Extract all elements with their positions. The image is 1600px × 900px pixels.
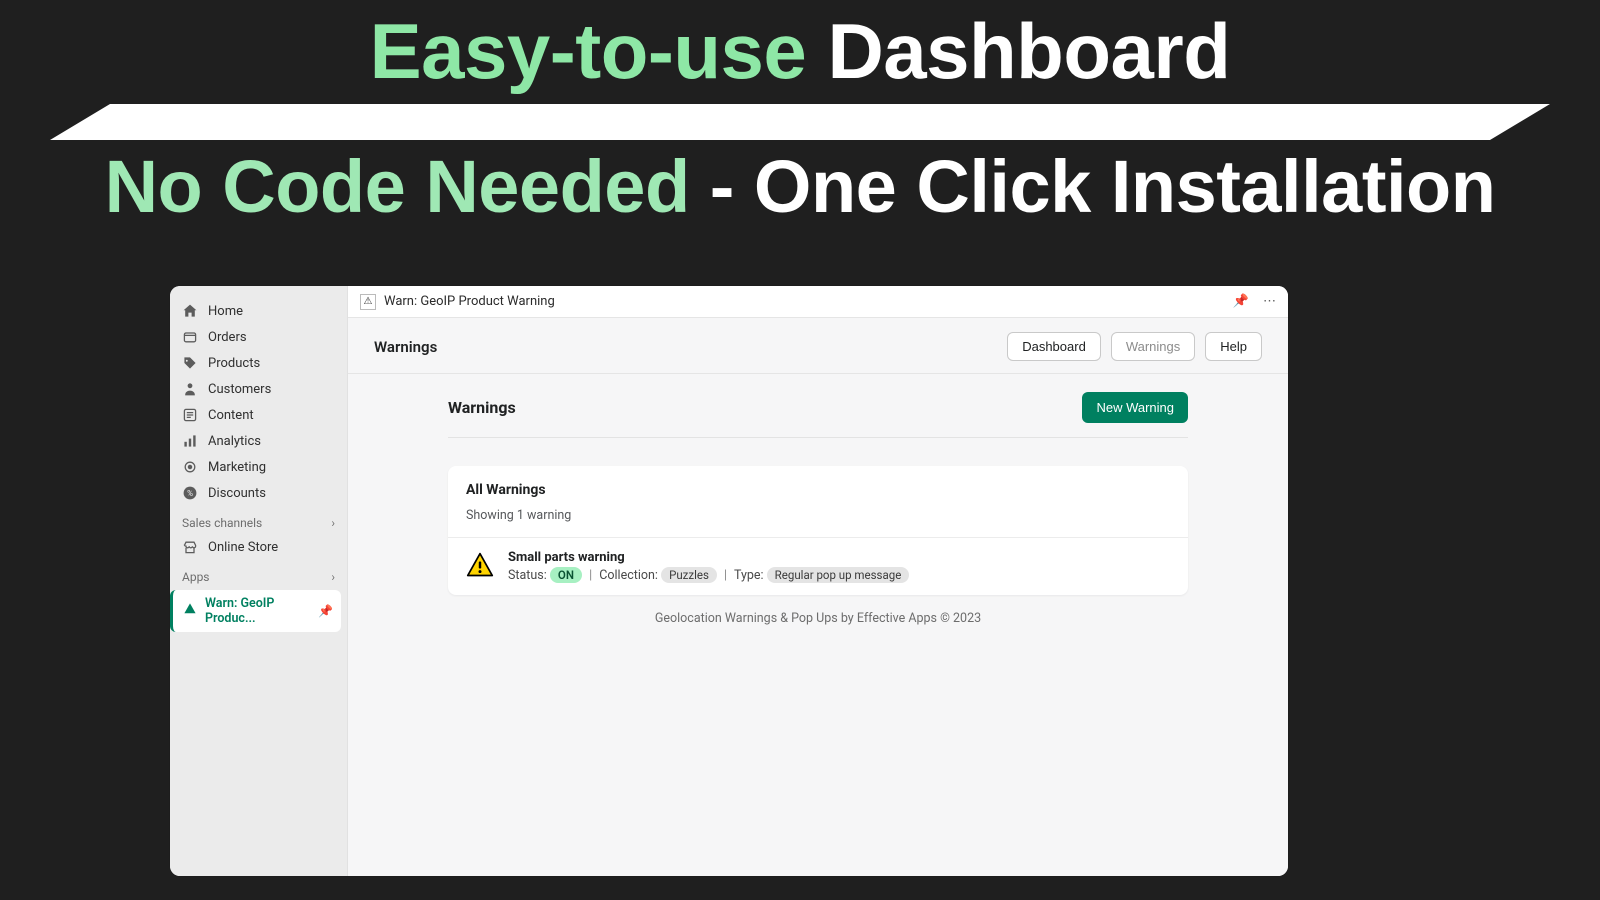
tab-warnings[interactable]: Warnings bbox=[1111, 332, 1195, 361]
sidebar-item-customers[interactable]: Customers bbox=[170, 376, 347, 402]
topbar-title: Warn: GeoIP Product Warning bbox=[384, 294, 555, 309]
app-window: Home Orders Products Customers Content A… bbox=[170, 286, 1288, 876]
store-icon bbox=[182, 539, 198, 555]
card-title: All Warnings bbox=[466, 482, 1170, 498]
sidebar-section-sales-channels[interactable]: Sales channels › bbox=[170, 506, 347, 534]
sidebar-item-online-store[interactable]: Online Store bbox=[170, 534, 347, 560]
hero-divider bbox=[50, 104, 1550, 140]
sidebar-app-label: Warn: GeoIP Produc... bbox=[205, 596, 310, 626]
card-subtitle: Showing 1 warning bbox=[448, 502, 1188, 537]
sidebar-item-home[interactable]: Home bbox=[170, 298, 347, 324]
sidebar-item-label: Home bbox=[208, 304, 243, 319]
tabs: Dashboard Warnings Help bbox=[1007, 332, 1262, 361]
warnings-card: All Warnings Showing 1 warning Small par… bbox=[448, 466, 1188, 595]
sidebar-item-content[interactable]: Content bbox=[170, 402, 347, 428]
discount-icon: % bbox=[182, 485, 198, 501]
chevron-right-icon: › bbox=[331, 570, 335, 584]
type-badge: Regular pop up message bbox=[767, 567, 910, 583]
warning-meta: Status: ON | Collection: Puzzles | Type:… bbox=[508, 567, 909, 583]
sidebar-section-label: Sales channels bbox=[182, 516, 262, 530]
sidebar-item-discounts[interactable]: % Discounts bbox=[170, 480, 347, 506]
footer-note: Geolocation Warnings & Pop Ups by Effect… bbox=[448, 611, 1188, 626]
sidebar-item-label: Customers bbox=[208, 382, 271, 397]
sidebar-item-label: Orders bbox=[208, 330, 247, 345]
marketing-icon bbox=[182, 459, 198, 475]
tab-dashboard[interactable]: Dashboard bbox=[1007, 332, 1101, 361]
person-icon bbox=[182, 381, 198, 397]
status-label: Status: bbox=[508, 568, 547, 583]
content: Warnings New Warning All Warnings Showin… bbox=[348, 374, 1288, 626]
app-logo-icon: ⚠ bbox=[360, 294, 376, 310]
hero-heading-2: No Code Needed - One Click Installation bbox=[0, 150, 1600, 224]
sidebar-item-orders[interactable]: Orders bbox=[170, 324, 347, 350]
sidebar-item-label: Marketing bbox=[208, 460, 266, 475]
card-header: All Warnings bbox=[448, 466, 1188, 502]
svg-text:%: % bbox=[187, 489, 193, 498]
home-icon bbox=[182, 303, 198, 319]
collection-label: Collection: bbox=[599, 568, 658, 583]
sidebar-item-label: Content bbox=[208, 408, 254, 423]
hero-heading-1-accent: Easy-to-use bbox=[370, 7, 807, 95]
collection-badge: Puzzles bbox=[661, 567, 717, 583]
pin-icon[interactable]: 📌 bbox=[1233, 294, 1249, 309]
pin-icon[interactable]: 📌 bbox=[318, 604, 333, 618]
sidebar-item-label: Products bbox=[208, 356, 260, 371]
hero-heading-1: Easy-to-use Dashboard bbox=[0, 12, 1600, 90]
warning-triangle-icon bbox=[466, 551, 494, 583]
sidebar-section-apps[interactable]: Apps › bbox=[170, 560, 347, 588]
sidebar-item-label: Online Store bbox=[208, 540, 278, 555]
hero-heading-1-rest: Dashboard bbox=[806, 7, 1230, 95]
sidebar-item-label: Analytics bbox=[208, 434, 261, 449]
type-label: Type: bbox=[734, 568, 764, 583]
topbar: ⚠ Warn: GeoIP Product Warning 📌 ⋯ bbox=[348, 286, 1288, 318]
sidebar-app-active[interactable]: Warn: GeoIP Produc... 📌 bbox=[170, 590, 341, 632]
sidebar-item-marketing[interactable]: Marketing bbox=[170, 454, 347, 480]
chevron-right-icon: › bbox=[331, 516, 335, 530]
new-warning-button[interactable]: New Warning bbox=[1082, 392, 1188, 423]
warning-title: Small parts warning bbox=[508, 550, 909, 565]
warning-row-body: Small parts warning Status: ON | Collect… bbox=[508, 550, 909, 583]
sidebar-item-label: Discounts bbox=[208, 486, 266, 501]
sidebar-item-products[interactable]: Products bbox=[170, 350, 347, 376]
subheader-title: Warnings bbox=[374, 338, 437, 356]
warning-row[interactable]: Small parts warning Status: ON | Collect… bbox=[448, 537, 1188, 595]
tag-icon bbox=[182, 355, 198, 371]
sidebar-section-label: Apps bbox=[182, 570, 210, 584]
tab-help[interactable]: Help bbox=[1205, 332, 1262, 361]
status-badge: ON bbox=[550, 567, 582, 583]
more-icon[interactable]: ⋯ bbox=[1263, 294, 1276, 309]
subheader: Warnings Dashboard Warnings Help bbox=[348, 318, 1288, 374]
hero-heading-2-accent: No Code Needed bbox=[105, 145, 690, 228]
orders-icon bbox=[182, 329, 198, 345]
page-title: Warnings bbox=[448, 398, 516, 417]
analytics-icon bbox=[182, 433, 198, 449]
hero-heading-2-rest: - One Click Installation bbox=[690, 145, 1496, 228]
sidebar-item-analytics[interactable]: Analytics bbox=[170, 428, 347, 454]
hero: Easy-to-use Dashboard No Code Needed - O… bbox=[0, 0, 1600, 224]
sidebar: Home Orders Products Customers Content A… bbox=[170, 286, 348, 876]
content-icon bbox=[182, 407, 198, 423]
page-title-row: Warnings New Warning bbox=[448, 392, 1188, 438]
main-panel: ⚠ Warn: GeoIP Product Warning 📌 ⋯ Warnin… bbox=[348, 286, 1288, 876]
warning-icon bbox=[183, 602, 197, 620]
